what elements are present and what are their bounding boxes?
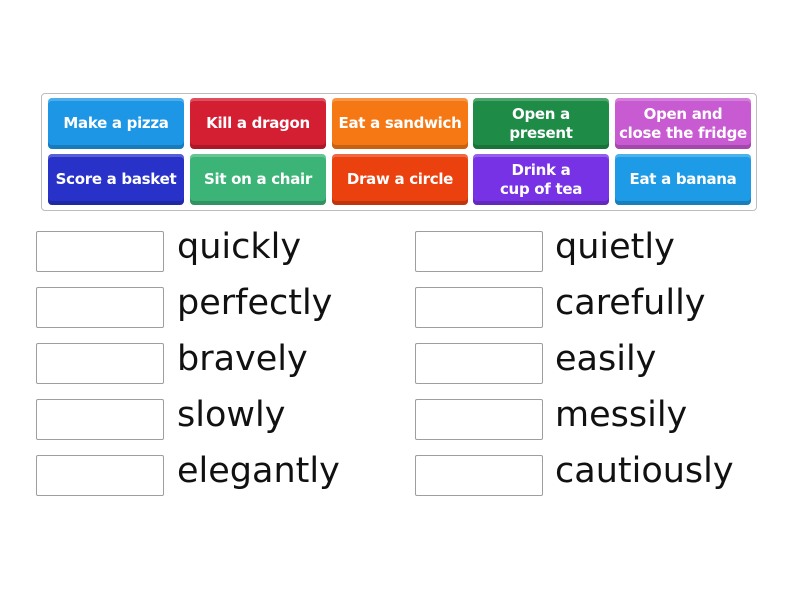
tile-drink-a-cup-of-tea[interactable]: Drink a cup of tea xyxy=(473,154,609,205)
drop-slot-bravely[interactable] xyxy=(36,343,164,384)
tile-label: Draw a circle xyxy=(346,170,454,188)
word-cautiously: cautiously xyxy=(555,451,734,491)
tile-label: Score a basket xyxy=(55,170,177,188)
word-easily: easily xyxy=(555,339,657,379)
tile-label: Sit on a chair xyxy=(204,170,312,188)
drop-slot-quietly[interactable] xyxy=(415,231,543,272)
tile-open-a-present[interactable]: Open a present xyxy=(473,98,609,149)
word-quietly: quietly xyxy=(555,227,675,267)
tile-make-a-pizza[interactable]: Make a pizza xyxy=(48,98,184,149)
word-messily: messily xyxy=(555,395,688,435)
drop-slot-elegantly[interactable] xyxy=(36,455,164,496)
tile-label: Drink a cup of tea xyxy=(499,160,583,198)
tile-label: Eat a sandwich xyxy=(338,114,462,132)
tile-bank: Make a pizza Kill a dragon Eat a sandwic… xyxy=(41,93,757,211)
drop-slot-slowly[interactable] xyxy=(36,399,164,440)
tile-kill-a-dragon[interactable]: Kill a dragon xyxy=(190,98,326,149)
word-bravely: bravely xyxy=(177,339,308,379)
tile-eat-a-sandwich[interactable]: Eat a sandwich xyxy=(332,98,468,149)
tile-open-and-close-the-fridge[interactable]: Open and close the fridge xyxy=(615,98,751,149)
tile-score-a-basket[interactable]: Score a basket xyxy=(48,154,184,205)
tile-draw-a-circle[interactable]: Draw a circle xyxy=(332,154,468,205)
tile-label: Open a present xyxy=(509,104,573,142)
drop-slot-messily[interactable] xyxy=(415,399,543,440)
drop-slot-carefully[interactable] xyxy=(415,287,543,328)
drop-slot-cautiously[interactable] xyxy=(415,455,543,496)
drop-slot-easily[interactable] xyxy=(415,343,543,384)
drop-slot-quickly[interactable] xyxy=(36,231,164,272)
tile-eat-a-banana[interactable]: Eat a banana xyxy=(615,154,751,205)
word-slowly: slowly xyxy=(177,395,286,435)
tile-sit-on-a-chair[interactable]: Sit on a chair xyxy=(190,154,326,205)
tile-label: Eat a banana xyxy=(629,170,737,188)
tile-label: Open and close the fridge xyxy=(619,104,747,142)
tile-label: Make a pizza xyxy=(63,114,169,132)
drop-slot-perfectly[interactable] xyxy=(36,287,164,328)
word-carefully: carefully xyxy=(555,283,706,323)
word-quickly: quickly xyxy=(177,227,302,267)
word-elegantly: elegantly xyxy=(177,451,340,491)
word-perfectly: perfectly xyxy=(177,283,333,323)
tile-label: Kill a dragon xyxy=(206,114,310,132)
